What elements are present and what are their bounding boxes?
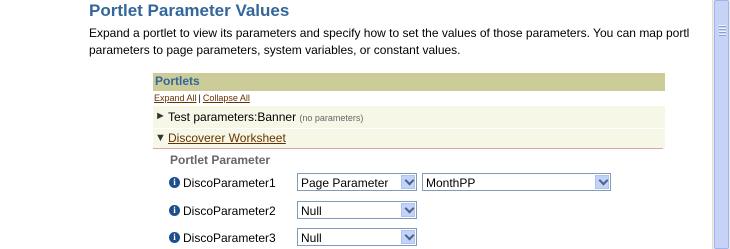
section-description: Expand a portlet to view its parameters … (89, 25, 707, 59)
expand-all-link[interactable]: Expand All (154, 93, 197, 103)
parameter-name: DiscoParameter2 (183, 204, 276, 218)
chevron-down-icon[interactable] (401, 175, 415, 189)
chevron-down-icon[interactable] (401, 230, 415, 244)
description-line-1: Expand a portlet to view its parameters … (89, 26, 690, 40)
portlets-header: Portlets (153, 73, 665, 91)
scrollbar-grip-icon (719, 25, 726, 37)
triangle-down-icon[interactable]: ▼ (155, 132, 166, 144)
no-parameters-note: (no parameters) (299, 113, 364, 123)
parameter-row-3: i DiscoParameter3 = Null (169, 228, 429, 248)
discoverer-worksheet-link[interactable]: Discoverer Worksheet (168, 131, 286, 145)
portlet-banner-name: Test parameters:Banner (168, 110, 297, 124)
info-icon[interactable]: i (169, 232, 180, 243)
mapping-select-value: Null (301, 231, 322, 245)
info-icon[interactable]: i (169, 205, 180, 216)
portlet-banner-label: Test parameters:Banner (no parameters) (168, 110, 363, 124)
parameter-row-1: i DiscoParameter1 = Page Parameter Month… (169, 173, 619, 193)
page: Portlet Parameter Values Expand a portle… (0, 0, 712, 249)
portlets-title: Portlets (155, 74, 200, 88)
chevron-down-icon[interactable] (401, 203, 415, 217)
mapping-select-value: Page Parameter (301, 176, 389, 190)
triangle-right-icon[interactable]: ► (155, 110, 166, 122)
parameter-name: DiscoParameter3 (183, 231, 276, 245)
portlet-row-banner: ► Test parameters:Banner (no parameters) (153, 106, 665, 128)
section-title: Portlet Parameter Values (89, 1, 290, 20)
parameter-value-select-value: MonthPP (426, 176, 476, 190)
mapping-select-value: Null (301, 204, 322, 218)
chevron-down-icon[interactable] (595, 175, 609, 189)
vertical-scrollbar[interactable] (712, 0, 730, 249)
scrollbar-thumb[interactable] (714, 0, 729, 249)
info-icon[interactable]: i (169, 177, 180, 188)
expand-collapse-links: Expand All | Collapse All (154, 93, 250, 103)
portlet-parameter-label: Portlet Parameter (170, 153, 271, 167)
mapping-select[interactable]: Null (297, 201, 417, 219)
mapping-select[interactable]: Null (297, 228, 417, 246)
parameter-name: DiscoParameter1 (183, 176, 276, 190)
collapse-all-link[interactable]: Collapse All (203, 93, 250, 103)
link-separator: | (198, 93, 201, 103)
portlet-row-discoverer: ▼ Discoverer Worksheet (153, 129, 665, 149)
parameter-value-select[interactable]: MonthPP (422, 173, 611, 191)
parameter-row-2: i DiscoParameter2 = Null (169, 201, 429, 221)
mapping-select[interactable]: Page Parameter (297, 173, 417, 191)
row-divider (153, 148, 663, 149)
description-line-2: parameters to page parameters, system va… (89, 43, 461, 57)
